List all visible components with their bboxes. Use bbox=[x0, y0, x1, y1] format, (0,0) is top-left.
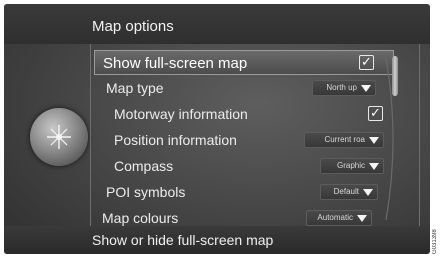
image-code: G031398 bbox=[432, 229, 438, 254]
menu-item-label: Motorway information bbox=[114, 106, 248, 122]
compass-dropdown[interactable]: Graphic bbox=[320, 158, 384, 174]
menu-item-position-information[interactable]: Position information Current roa bbox=[94, 128, 394, 153]
triangle-down-icon bbox=[357, 215, 367, 222]
map-colours-dropdown[interactable]: Automatic bbox=[306, 210, 372, 226]
dropdown-value: North up bbox=[326, 83, 357, 92]
triangle-down-icon bbox=[363, 189, 373, 196]
triangle-down-icon bbox=[369, 137, 379, 144]
page-title: Map options bbox=[92, 18, 174, 35]
menu-item-label: Map type bbox=[106, 80, 164, 96]
dropdown-value: Graphic bbox=[336, 161, 365, 170]
map-type-dropdown[interactable]: North up bbox=[312, 80, 376, 96]
check-icon: ✓ bbox=[361, 54, 372, 69]
scrollbar-thumb[interactable] bbox=[392, 56, 398, 96]
scrollbar[interactable] bbox=[392, 56, 398, 216]
triangle-down-icon bbox=[361, 85, 371, 92]
triangle-down-icon bbox=[369, 163, 379, 170]
position-information-dropdown[interactable]: Current roa bbox=[304, 132, 384, 148]
menu-item-compass[interactable]: Compass Graphic bbox=[94, 154, 394, 179]
menu-item-map-type[interactable]: Map type North up bbox=[94, 76, 394, 101]
navigation-knob-icon[interactable] bbox=[30, 108, 88, 166]
menu-item-label: Show full-screen map bbox=[103, 55, 248, 72]
poi-symbols-dropdown[interactable]: Default bbox=[320, 184, 378, 200]
menu-item-label: Position information bbox=[114, 132, 237, 148]
menu-item-label: POI symbols bbox=[106, 184, 186, 200]
menu-item-poi-symbols[interactable]: POI symbols Default bbox=[94, 180, 394, 205]
menu-item-motorway-information[interactable]: Motorway information ✓ bbox=[94, 102, 394, 127]
menu-item-label: Map colours bbox=[102, 210, 179, 226]
dropdown-value: Current roa bbox=[324, 135, 365, 144]
menu-item-show-full-screen-map[interactable]: Show full-screen map ✓ bbox=[94, 50, 394, 75]
dropdown-value: Automatic bbox=[317, 213, 353, 222]
infotainment-screen: Map options Show full-screen map ✓ Map t… bbox=[4, 4, 430, 254]
help-text: Show or hide full-screen map bbox=[92, 232, 274, 248]
dropdown-value: Default bbox=[333, 187, 359, 196]
header-bar: Map options bbox=[4, 4, 430, 44]
footer-bar: Show or hide full-screen map bbox=[4, 226, 430, 254]
show-full-screen-map-checkbox[interactable]: ✓ bbox=[359, 55, 374, 70]
menu-item-label: Compass bbox=[114, 158, 174, 174]
